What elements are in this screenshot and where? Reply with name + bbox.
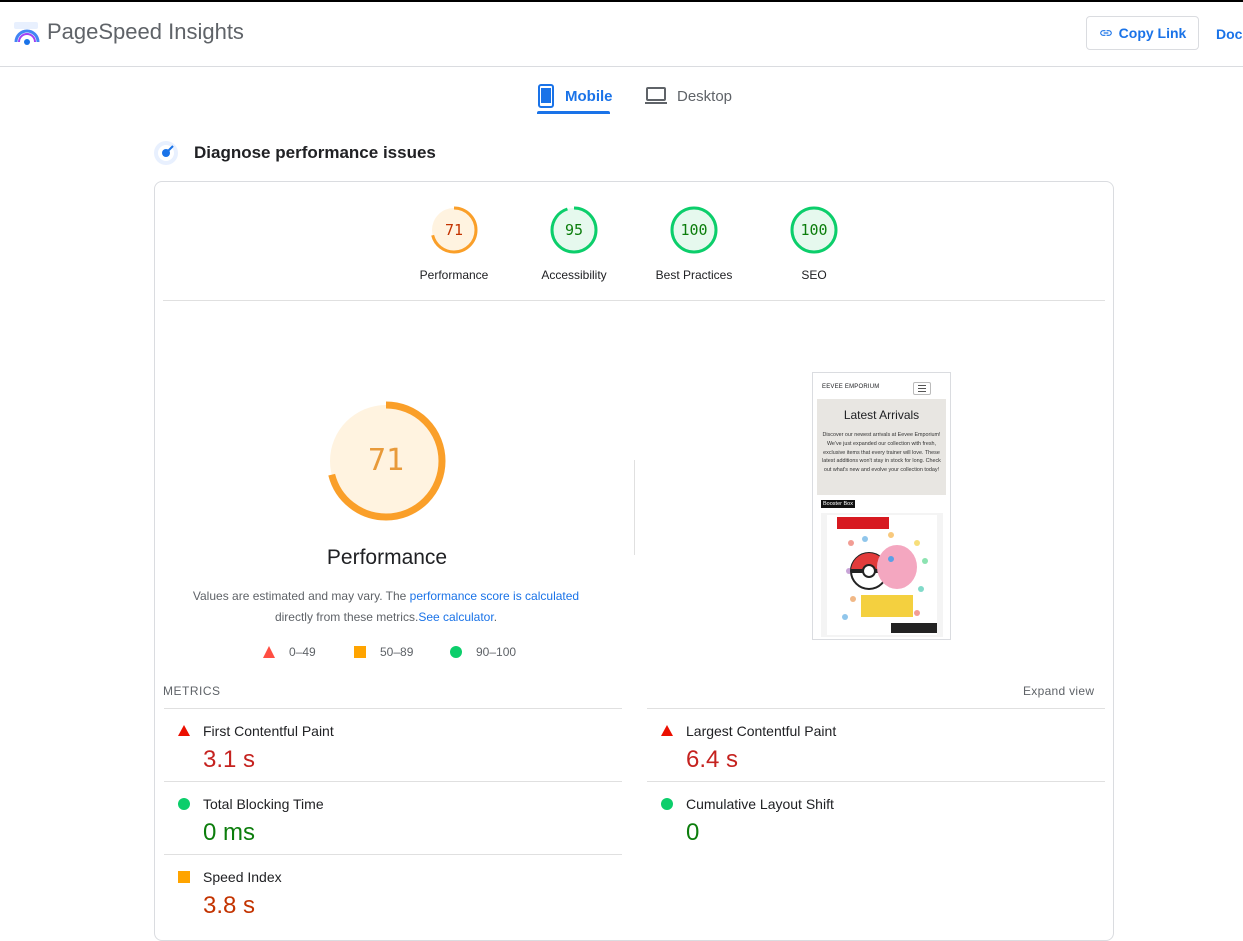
- score-ring: 71: [430, 206, 478, 254]
- score-value: 95: [565, 221, 583, 239]
- score-label: SEO: [801, 268, 827, 282]
- link-icon: [1099, 30, 1112, 36]
- performance-description: Values are estimated and may vary. The p…: [186, 586, 586, 628]
- triangle-icon: [661, 725, 673, 736]
- scores-divider: [163, 300, 1105, 301]
- see-calculator-link[interactable]: See calculator: [418, 610, 493, 624]
- legend-poor: 0–49: [263, 645, 316, 659]
- score-ring: 100: [670, 206, 718, 254]
- preview-body: Discover our newest arrivals at Eevee Em…: [822, 432, 941, 474]
- performance-gauge: 71: [326, 401, 446, 521]
- metric-largest-contentful-paint: Largest Contentful Paint 6.4 s: [647, 708, 1105, 782]
- triangle-icon: [178, 725, 190, 736]
- score-value: 71: [445, 221, 463, 239]
- copy-link-label: Copy Link: [1118, 25, 1187, 41]
- metric-value: 6.4 s: [686, 746, 739, 773]
- final-screenshot-thumbnail[interactable]: EEVEE EMPORIUM Latest Arrivals Discover …: [812, 372, 951, 640]
- metric-name: First Contentful Paint: [203, 723, 334, 739]
- laptop-icon: [645, 87, 667, 104]
- score-label: Best Practices: [655, 268, 733, 282]
- metrics-heading: METRICS: [163, 684, 221, 698]
- square-icon: [178, 871, 190, 883]
- circle-icon: [178, 798, 190, 810]
- score-label: Performance: [419, 268, 489, 282]
- score-gauge-performance[interactable]: 71 Performance: [394, 205, 514, 282]
- app-title: PageSpeed Insights: [47, 19, 244, 44]
- metric-value: 3.8 s: [203, 892, 256, 919]
- metric-cumulative-layout-shift: Cumulative Layout Shift 0: [647, 781, 1105, 855]
- tab-mobile-label: Mobile: [565, 87, 613, 105]
- legend-average-label: 50–89: [380, 645, 414, 659]
- diagnose-icon: [154, 141, 178, 165]
- score-ring: 95: [550, 206, 598, 254]
- metric-name: Largest Contentful Paint: [686, 723, 837, 739]
- vertical-divider: [634, 460, 635, 555]
- section-title: Diagnose performance issues: [194, 143, 436, 162]
- circle-icon: [661, 798, 673, 810]
- phone-icon: [538, 84, 554, 108]
- legend-good: 90–100: [450, 645, 516, 659]
- legend-poor-label: 0–49: [289, 645, 316, 659]
- docs-link[interactable]: Doc: [1216, 26, 1242, 42]
- preview-title: Latest Arrivals: [843, 408, 920, 422]
- score-label: Accessibility: [541, 268, 607, 282]
- desc-suffix: .: [493, 610, 498, 624]
- app-header: PageSpeed Insights Copy Link Doc: [0, 2, 1243, 67]
- menu-icon: [913, 382, 931, 395]
- legend-average: 50–89: [354, 645, 413, 659]
- metric-name: Cumulative Layout Shift: [686, 796, 834, 812]
- active-tab-indicator: [537, 111, 610, 114]
- copy-link-button[interactable]: Copy Link: [1086, 16, 1199, 50]
- metric-total-blocking-time: Total Blocking Time 0 ms: [164, 781, 622, 855]
- tab-desktop-label: Desktop: [677, 87, 733, 105]
- preview-brand: EEVEE EMPORIUM: [822, 384, 880, 390]
- performance-gauge-score: 71: [368, 443, 404, 478]
- metric-name: Total Blocking Time: [203, 796, 324, 812]
- pagespeed-logo-icon: [14, 22, 40, 45]
- score-value: 100: [680, 221, 707, 239]
- metric-name: Speed Index: [203, 869, 282, 885]
- expand-view-button[interactable]: Expand view: [1023, 684, 1094, 698]
- circle-icon: [450, 646, 462, 658]
- score-gauge-accessibility[interactable]: 95 Accessibility: [514, 205, 634, 282]
- score-ring: 100: [790, 206, 838, 254]
- desc-middle: directly from these metrics.: [274, 610, 419, 624]
- triangle-icon: [263, 646, 275, 658]
- metric-speed-index: Speed Index 3.8 s: [164, 854, 622, 928]
- metric-first-contentful-paint: First Contentful Paint 3.1 s: [164, 708, 622, 782]
- product-image: [821, 513, 943, 637]
- metric-value: 0: [686, 819, 700, 846]
- metric-value: 0 ms: [203, 819, 256, 846]
- tab-mobile[interactable]: Mobile: [537, 78, 613, 114]
- legend-good-label: 90–100: [476, 645, 517, 659]
- desc-prefix: Values are estimated and may vary. The: [192, 589, 410, 603]
- score-value: 100: [800, 221, 827, 239]
- tab-desktop[interactable]: Desktop: [645, 78, 732, 114]
- score-gauge-seo[interactable]: 100 SEO: [754, 205, 874, 282]
- performance-title: Performance: [326, 546, 448, 569]
- square-icon: [354, 646, 366, 658]
- score-calculation-link[interactable]: performance score is calculated: [410, 589, 579, 603]
- metric-value: 3.1 s: [203, 746, 256, 773]
- preview-tag: Booster Box: [821, 500, 855, 508]
- score-gauge-best-practices[interactable]: 100 Best Practices: [634, 205, 754, 282]
